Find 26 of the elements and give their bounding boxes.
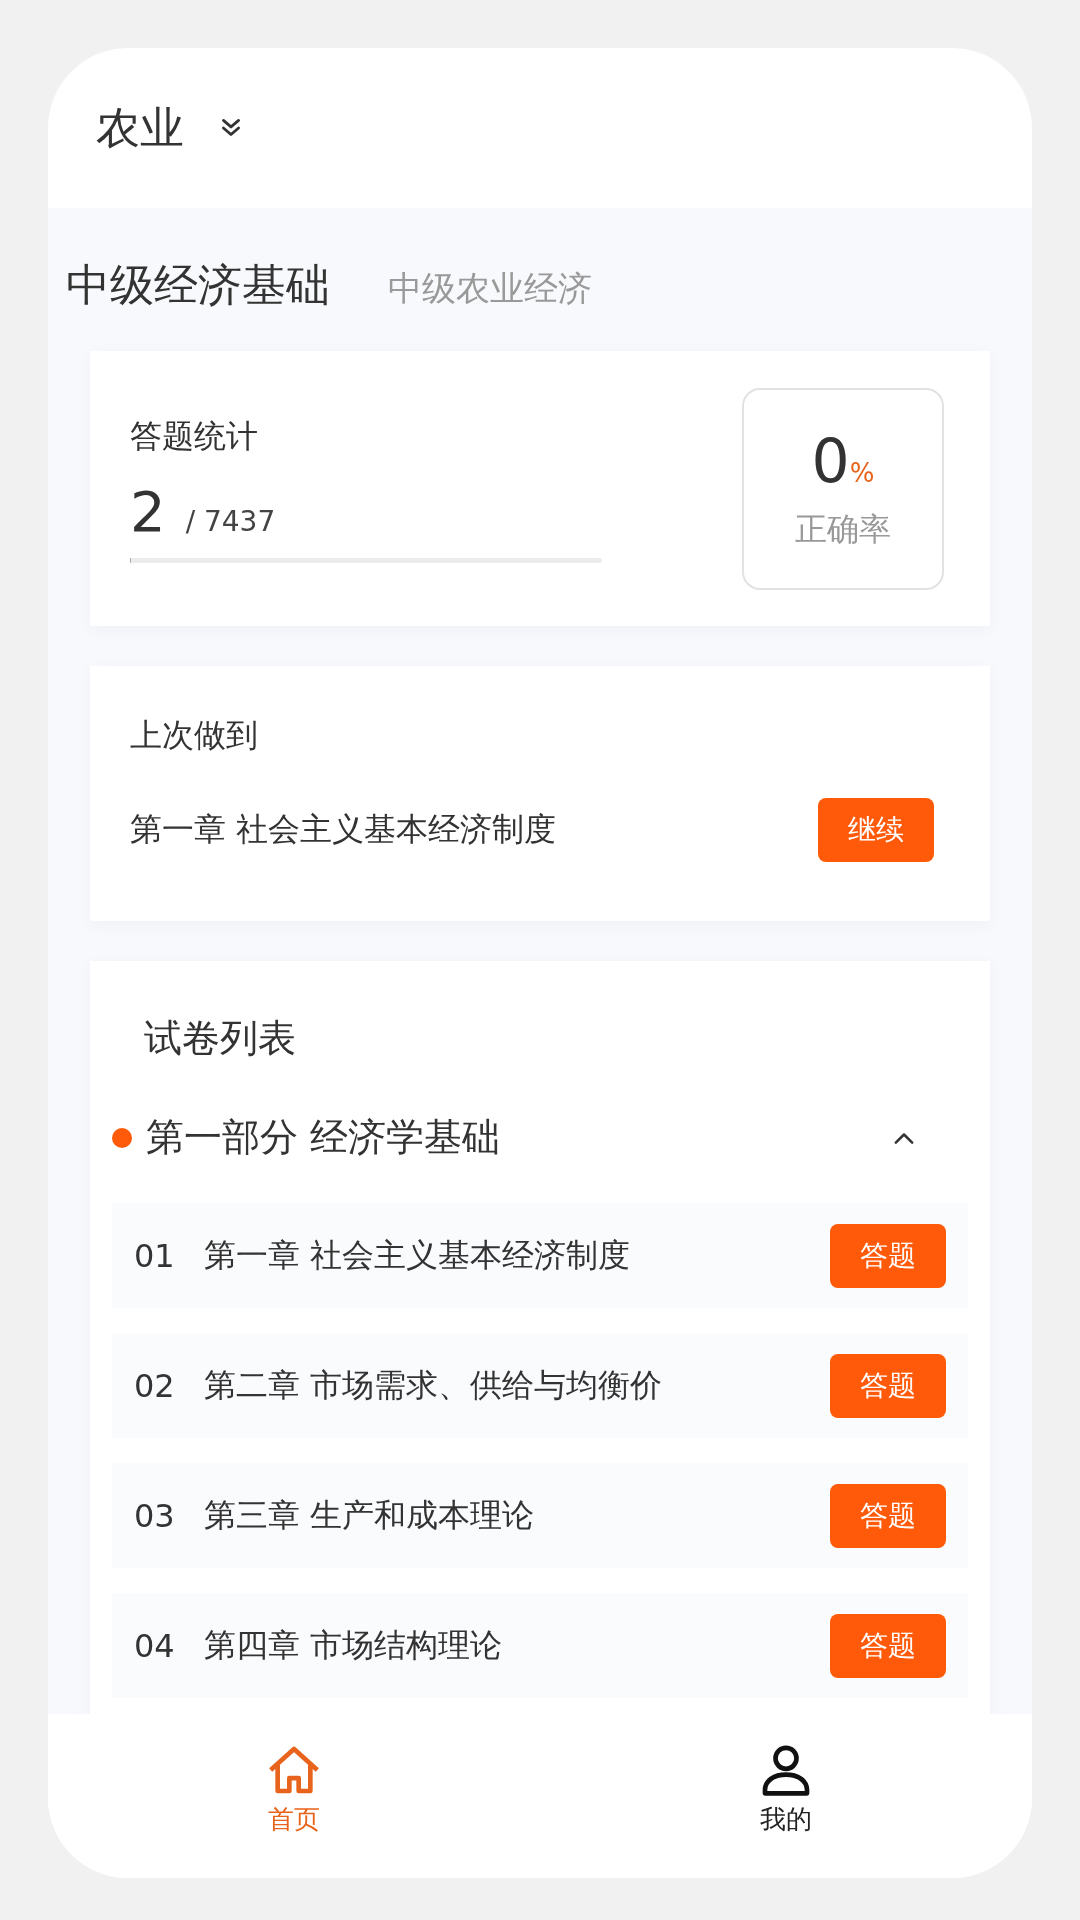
accuracy-value: 0 <box>811 425 850 496</box>
chapter-number: 04 <box>134 1626 176 1665</box>
category-title[interactable]: 农业 <box>96 98 184 158</box>
chapter-row[interactable]: 03 第三章 生产和成本理论 答题 <box>112 1463 968 1568</box>
chapter-number: 01 <box>134 1236 176 1275</box>
chapter-row[interactable]: 04 第四章 市场结构理论 答题 <box>112 1593 968 1698</box>
done-count: 2 <box>130 478 166 544</box>
accuracy-label: 正确率 <box>795 508 891 550</box>
chapter-title: 第一章 社会主义基本经济制度 <box>204 1234 632 1276</box>
paper-list-title: 试卷列表 <box>144 1015 297 1062</box>
chapter-title: 第二章 市场需求、供给与均衡价 <box>204 1364 664 1406</box>
bullet-dot-icon <box>112 1127 132 1148</box>
chapter-number: 03 <box>134 1496 176 1535</box>
total-count: / 7437 <box>185 504 276 538</box>
stats-title: 答题统计 <box>130 415 259 457</box>
chapter-title: 第四章 市场结构理论 <box>204 1624 504 1666</box>
subject-tab[interactable]: 中级经济基础 <box>66 256 330 315</box>
chapter-row[interactable]: 02 第二章 市场需求、供给与均衡价 答题 <box>112 1333 968 1438</box>
section-title[interactable]: 第一部分 经济学基础 <box>146 1112 890 1163</box>
last-title: 上次做到 <box>130 715 259 756</box>
chapter-number: 02 <box>134 1366 176 1405</box>
chapter-title: 第三章 生产和成本理论 <box>204 1494 536 1536</box>
chapter-row[interactable]: 01 第一章 社会主义基本经济制度 答题 <box>112 1203 968 1308</box>
percent-sign: % <box>849 457 875 488</box>
chapter-name: 第一章 社会主义基本经济制度 <box>130 809 557 850</box>
nav-tab[interactable]: 我的 <box>754 1741 818 1837</box>
